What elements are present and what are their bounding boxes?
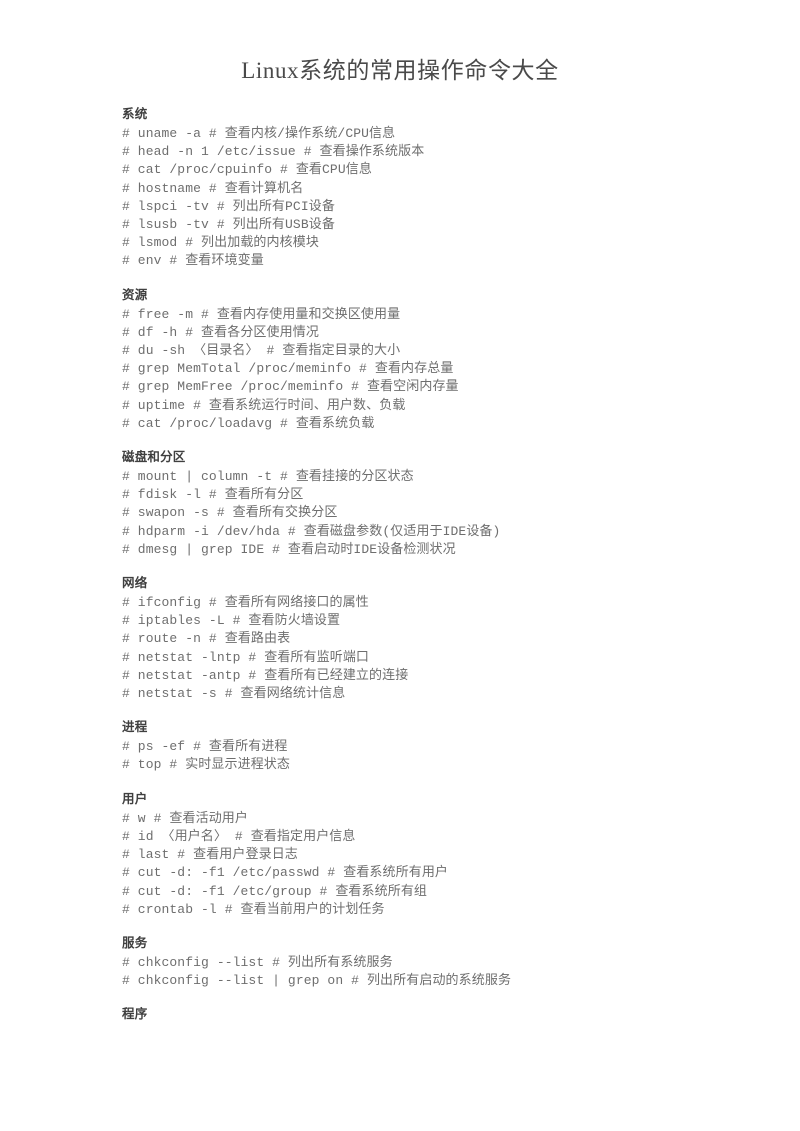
command-line: # chkconfig --list | grep on # 列出所有启动的系统…: [122, 973, 512, 989]
command-line: # cut -d: -f1 /etc/group # 查看系统所有组: [122, 883, 428, 899]
command-line: # grep MemFree /proc/meminfo # 查看空闲内存量: [122, 379, 459, 395]
command-line: # grep MemTotal /proc/meminfo # 查看内存总量: [122, 361, 454, 377]
section-heading: 进程: [122, 720, 148, 735]
command-line: # netstat -antp # 查看所有已经建立的连接: [122, 667, 409, 683]
section-heading: 用户: [122, 791, 148, 806]
section-heading: 程序: [122, 1007, 148, 1022]
command-list: # mount | column -t # 查看挂接的分区状态 # fdisk -…: [122, 468, 682, 559]
command-list: # chkconfig --list # 列出所有系统服务 # chkconfig…: [122, 954, 682, 990]
command-line: # lsmod # 列出加载的内核模块: [122, 235, 319, 251]
command-line: # top # 实时显示进程状态: [122, 757, 291, 773]
command-line: # dmesg | grep IDE # 查看启动时IDE设备检测状况: [122, 541, 456, 557]
command-section: 用户 # w # 查看活动用户 # id 〈用户名〉 # 查看指定用户信息 # las…: [122, 791, 682, 919]
command-line: # swapon -s # 查看所有交换分区: [122, 505, 338, 521]
command-section: 服务 # chkconfig --list # 列出所有系统服务 # chkconf…: [122, 935, 682, 990]
document-page: Linux系统的常用操作命令大全 系统 # uname -a # 查看内核/操作系…: [0, 0, 800, 1131]
command-line: # cat /proc/loadavg # 查看系统负载: [122, 415, 375, 431]
command-line: # crontab -l # 查看当前用户的计划任务: [122, 901, 385, 917]
command-line: # uptime # 查看系统运行时间、用户数、负载: [122, 397, 406, 413]
page-title: Linux系统的常用操作命令大全: [241, 58, 559, 83]
command-section: 程序: [122, 1006, 682, 1022]
section-heading: 资源: [122, 287, 148, 302]
command-line: # ps -ef # 查看所有进程: [122, 739, 288, 755]
command-line: # hostname # 查看计算机名: [122, 180, 304, 196]
command-line: # netstat -s # 查看网络统计信息: [122, 686, 346, 702]
command-line: # chkconfig --list # 列出所有系统服务: [122, 954, 393, 970]
section-heading: 系统: [122, 107, 148, 121]
command-section: 磁盘和分区 # mount | column -t # 查看挂接的分区状态 # fd…: [122, 449, 682, 559]
command-line: # cat /proc/cpuinfo # 查看CPU信息: [122, 162, 372, 178]
command-line: # mount | column -t # 查看挂接的分区状态: [122, 469, 414, 485]
command-list: # w # 查看活动用户 # id 〈用户名〉 # 查看指定用户信息 # last …: [122, 810, 682, 919]
command-line: # lsusb -tv # 列出所有USB设备: [122, 217, 335, 233]
command-line: # head -n 1 /etc/issue # 查看操作系统版本: [122, 144, 425, 160]
command-line: # netstat -lntp # 查看所有监听端口: [122, 649, 370, 665]
command-line: # env # 查看环境变量: [122, 253, 264, 269]
command-list: # uname -a # 查看内核/操作系统/CPU信息 # head -n 1 …: [122, 125, 682, 271]
section-heading: 网络: [122, 576, 148, 591]
command-line: # df -h # 查看各分区使用情况: [122, 324, 319, 340]
command-section: 进程 # ps -ef # 查看所有进程 # top # 实时显示进程状态: [122, 719, 682, 774]
command-reference-body: 系统 # uname -a # 查看内核/操作系统/CPU信息 # head -n …: [122, 106, 682, 1025]
command-line: # du -sh 〈目录名〉 # 查看指定目录的大小: [122, 343, 401, 359]
command-section: 网络 # ifconfig # 查看所有网络接口的属性 # iptables -L …: [122, 575, 682, 703]
command-line: # uname -a # 查看内核/操作系统/CPU信息: [122, 126, 396, 141]
command-line: # w # 查看活动用户: [122, 810, 249, 826]
command-line: # route -n # 查看路由表: [122, 631, 291, 647]
command-line: # last # 查看用户登录日志: [122, 847, 298, 863]
command-list: # free -m # 查看内存使用量和交换区使用量 # df -h # 查看各分…: [122, 306, 682, 433]
command-list: # ifconfig # 查看所有网络接口的属性 # iptables -L # …: [122, 594, 682, 703]
command-line: # iptables -L # 查看防火墙设置: [122, 613, 341, 629]
command-line: # ifconfig # 查看所有网络接口的属性: [122, 595, 369, 611]
command-line: # fdisk -l # 查看所有分区: [122, 487, 304, 503]
command-section: 系统 # uname -a # 查看内核/操作系统/CPU信息 # head -n …: [122, 106, 682, 271]
command-list: # ps -ef # 查看所有进程 # top # 实时显示进程状态: [122, 738, 682, 774]
command-line: # cut -d: -f1 /etc/passwd # 查看系统所有用户: [122, 865, 449, 881]
command-line: # lspci -tv # 列出所有PCI设备: [122, 198, 335, 214]
section-heading: 服务: [122, 935, 148, 950]
command-line: # free -m # 查看内存使用量和交换区使用量: [122, 306, 401, 322]
section-heading: 磁盘和分区: [122, 450, 186, 465]
command-line: # hdparm -i /dev/hda # 查看磁盘参数(仅适用于IDE设备): [122, 523, 501, 539]
command-section: 资源 # free -m # 查看内存使用量和交换区使用量 # df -h # 查看…: [122, 287, 682, 433]
command-line: # id 〈用户名〉 # 查看指定用户信息: [122, 828, 356, 844]
